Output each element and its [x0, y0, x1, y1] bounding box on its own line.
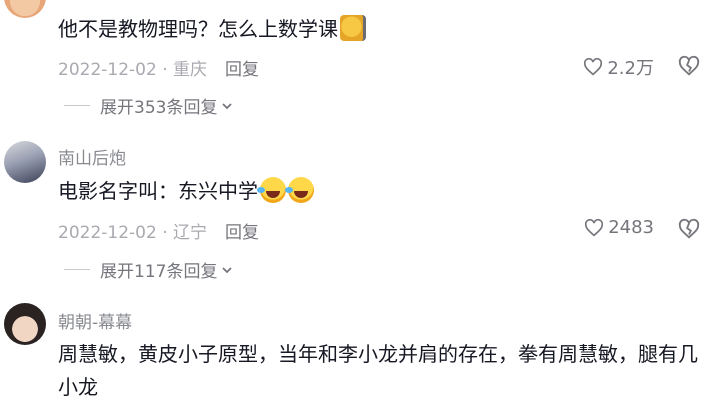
heart-outline-icon — [585, 218, 604, 236]
laughing-tears-emoji — [257, 177, 286, 203]
comment-list: 他不是教物理吗？怎么上数学课 2022-12-02 · 重庆 回复 2.2万 展开… — [0, 0, 720, 405]
divider — [64, 269, 90, 270]
comment-meta: 2022-12-02 · 辽宁 回复 — [58, 218, 259, 243]
expand-replies-label: 展开353条回复 — [100, 98, 218, 118]
like-count: 2.2万 — [607, 58, 654, 79]
expand-replies-button[interactable]: 展开353条回复 — [64, 93, 234, 118]
expand-replies-label: 展开117条回复 — [100, 262, 218, 282]
broken-heart-icon[interactable] — [678, 218, 700, 240]
avatar[interactable] — [4, 141, 46, 183]
broken-heart-icon[interactable] — [678, 55, 700, 77]
divider — [64, 105, 90, 106]
comment-location: 辽宁 — [173, 223, 208, 243]
meta-separator: · — [156, 60, 174, 80]
comment-username[interactable]: 朝朝-幕幕 — [58, 308, 132, 333]
comment-meta: 2022-12-02 · 重庆 回复 — [58, 55, 259, 80]
reply-button[interactable]: 回复 — [225, 60, 259, 80]
expand-replies-button[interactable]: 展开117条回复 — [64, 257, 234, 282]
comment-location: 重庆 — [173, 60, 208, 80]
comment-text[interactable]: 他不是教物理吗？怎么上数学课 — [58, 13, 698, 46]
avatar[interactable] — [4, 303, 46, 345]
comment-date: 2022-12-02 — [58, 60, 157, 80]
heart-outline-icon — [584, 58, 603, 76]
like-button[interactable]: 2.2万 — [583, 54, 654, 80]
chevron-down-icon — [222, 266, 233, 273]
reply-button[interactable]: 回复 — [225, 223, 259, 243]
like-count: 2483 — [608, 217, 654, 238]
cat-face-emoji — [340, 15, 366, 41]
comment-text[interactable]: 周慧敏，黄皮小子原型，当年和李小龙并肩的存在，拳有周慧敏，腿有几小龙 — [58, 338, 698, 404]
avatar[interactable] — [4, 0, 46, 18]
comment-text[interactable]: 电影名字叫：东兴中学 — [58, 175, 698, 208]
like-button[interactable]: 2483 — [584, 217, 654, 238]
chevron-down-icon — [222, 102, 233, 109]
comment-date: 2022-12-02 — [58, 223, 157, 243]
laughing-tears-emoji — [285, 177, 314, 203]
comment-username[interactable]: 南山后炮 — [58, 144, 126, 169]
meta-separator: · — [156, 223, 174, 243]
